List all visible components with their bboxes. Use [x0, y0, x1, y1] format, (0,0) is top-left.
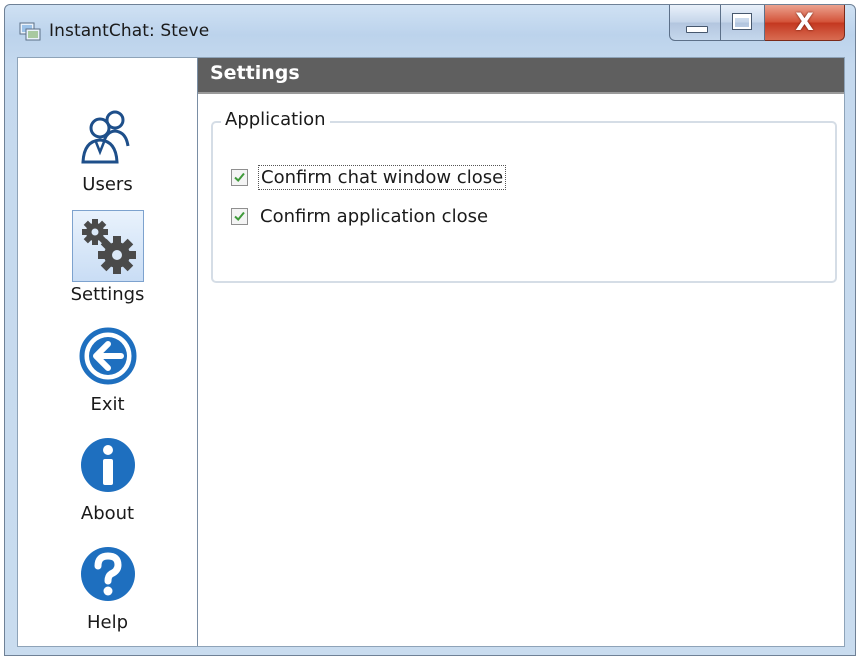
minimize-button[interactable] [669, 5, 721, 41]
app-icon [19, 22, 41, 41]
sidebar-item-label: Exit [90, 394, 125, 415]
maximize-button[interactable] [721, 5, 765, 41]
sidebar-item-label: Users [82, 174, 133, 195]
sidebar-item-exit[interactable]: Exit [18, 320, 197, 428]
back-arrow-icon [79, 327, 137, 385]
settings-panel: Settings Application Confirm chat window… [198, 58, 844, 646]
confirm-chat-close-label[interactable]: Confirm chat window close [258, 164, 507, 190]
panel-header: Settings [198, 58, 844, 94]
sidebar: Users Settings Exit About Help [18, 58, 198, 646]
app-window: InstantChat: Steve X Users Settings Exit… [4, 4, 856, 656]
sidebar-item-about[interactable]: About [18, 429, 197, 537]
close-icon: X [795, 8, 814, 36]
gears-icon [82, 219, 136, 274]
users-icon [81, 110, 130, 164]
application-groupbox: Application Confirm chat window close Co… [211, 109, 837, 283]
caption-buttons: X [669, 5, 845, 45]
client-area: Users Settings Exit About Help Settings … [17, 57, 845, 647]
page-title: Settings [210, 62, 300, 84]
sidebar-item-label: About [80, 503, 135, 524]
group-title: Application [221, 109, 330, 130]
info-icon [81, 438, 135, 492]
confirm-app-close-option[interactable]: Confirm application close [231, 201, 490, 231]
confirm-app-close-checkbox[interactable] [231, 207, 248, 225]
confirm-chat-close-checkbox[interactable] [231, 168, 248, 186]
confirm-app-close-label[interactable]: Confirm application close [258, 205, 490, 228]
window-title: InstantChat: Steve [49, 21, 210, 41]
sidebar-item-label: Settings [70, 284, 145, 305]
maximize-icon [732, 13, 752, 30]
confirm-chat-close-option[interactable]: Confirm chat window close [231, 162, 507, 192]
checkmark-icon [234, 211, 245, 221]
close-button[interactable]: X [765, 5, 845, 41]
sidebar-item-settings[interactable]: Settings [18, 210, 197, 318]
checkmark-icon [234, 172, 245, 182]
minimize-icon [686, 26, 708, 33]
help-icon [81, 547, 135, 601]
title-bar[interactable]: InstantChat: Steve X [5, 5, 855, 57]
sidebar-item-users[interactable]: Users [18, 100, 197, 208]
sidebar-item-help[interactable]: Help [18, 538, 197, 646]
sidebar-item-label: Help [86, 612, 129, 633]
